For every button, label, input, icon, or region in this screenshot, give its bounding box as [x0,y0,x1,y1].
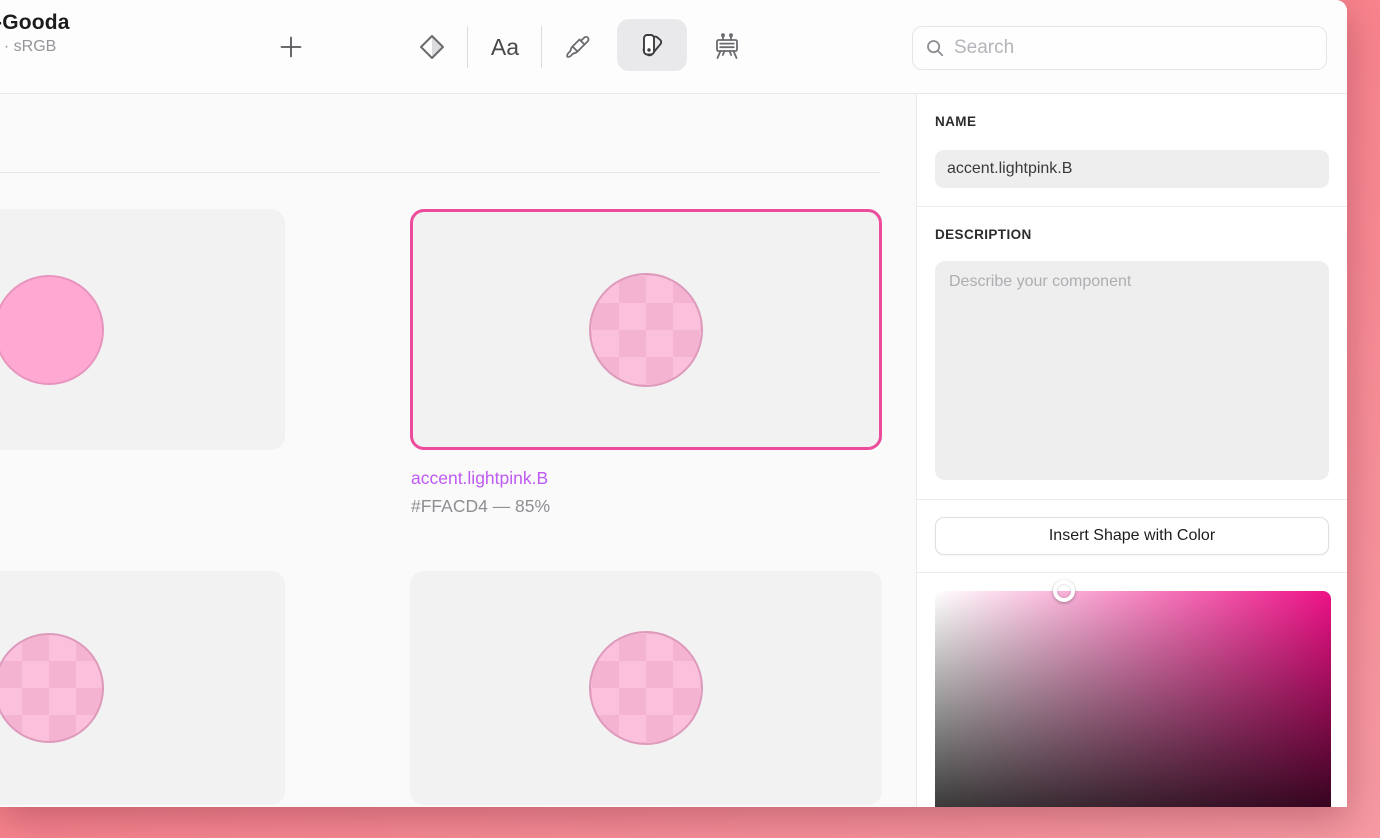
swatch-card-row2-right[interactable] [410,571,882,805]
app-window: -Gooda t · sRGB Aa [0,0,1347,807]
color-circle-alpha [589,273,703,387]
toolbar-separator [541,26,542,68]
paintbrush-icon [562,32,592,62]
color-swatches-icon [637,30,667,60]
swatch-card-row2-left[interactable] [0,571,285,805]
color-circle-solid [0,275,104,385]
sidebar-divider [917,572,1347,573]
swatch-grid: accent.lightpink.B #FFACD4 — 85% [0,94,917,807]
description-section-label: DESCRIPTION [935,227,1032,242]
saturation-brightness-picker[interactable] [935,591,1331,807]
name-section-label: NAME [935,114,976,129]
selected-swatch-meta: #FFACD4 — 85% [411,496,550,517]
search-input[interactable] [954,37,1314,59]
swatch-card-lightpink-b-selected[interactable] [410,209,882,450]
diamond-shape-icon [417,32,447,62]
inspector-panel: NAME DESCRIPTION Insert Shape with Color [917,94,1347,807]
window-subtitle: t · sRGB [0,38,70,56]
search-icon [925,38,945,58]
insert-shape-button[interactable]: Insert Shape with Color [935,517,1329,555]
toolbar: -Gooda t · sRGB Aa [0,0,1347,94]
content: accent.lightpink.B #FFACD4 — 85% NAME DE… [0,94,1347,807]
desktop: { "window": { "title": "-Gooda", "subtit… [0,0,1380,838]
canvas-tool-button[interactable] [708,28,746,66]
color-circle-alpha [0,633,104,743]
search-field[interactable] [912,26,1327,70]
toolbar-separator [467,26,468,68]
component-description-textarea[interactable] [935,261,1329,480]
sidebar-divider [917,499,1347,500]
typography-tool-button[interactable]: Aa [482,28,528,66]
swatch-card-lightpink-a[interactable] [0,209,285,450]
component-name-input[interactable] [935,150,1329,188]
sidebar-divider [917,206,1347,207]
window-title-block: -Gooda t · sRGB [0,11,70,56]
section-divider [0,172,880,173]
styles-tool-button[interactable] [558,28,596,66]
color-circle-alpha [589,631,703,745]
typography-icon: Aa [491,34,519,61]
easel-icon [712,32,742,62]
plus-icon [279,35,303,59]
window-title: -Gooda [0,11,70,35]
shapes-tool-button[interactable] [413,28,451,66]
colors-tool-button[interactable] [617,19,687,71]
color-picker-handle[interactable] [1053,580,1075,602]
selected-swatch-name: accent.lightpink.B [411,468,548,489]
add-button[interactable] [272,28,310,66]
